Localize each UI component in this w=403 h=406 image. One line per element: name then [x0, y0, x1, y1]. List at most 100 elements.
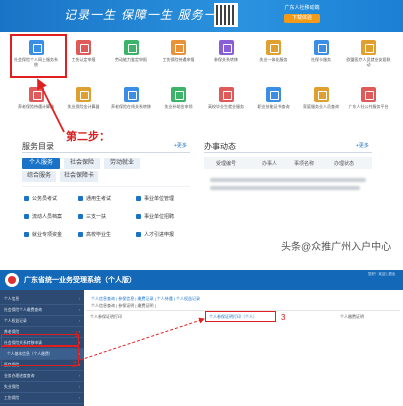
highlight-box-row	[205, 311, 276, 322]
service-icon-cell[interactable]: 失业补助金申领	[155, 82, 203, 126]
system-logo-icon	[5, 273, 19, 287]
service-item[interactable]: 流动人员档案	[24, 212, 62, 222]
service-icon	[361, 87, 376, 102]
chevron-right-icon: ›	[78, 385, 80, 389]
service-icon	[123, 40, 139, 55]
service-item[interactable]: 事业单位管理	[136, 194, 174, 204]
tab-social-insurance[interactable]: 社会保险	[64, 158, 100, 169]
service-icon	[171, 87, 186, 102]
tab-employment[interactable]: 劳动就业	[104, 158, 140, 169]
chevron-right-icon: ›	[78, 396, 80, 400]
sidebar-item[interactable]: 社会保险个人缴费查询 ›	[0, 305, 84, 316]
service-icon	[171, 40, 186, 55]
service-icon-cell[interactable]: 家庭服务业人员查询	[297, 82, 345, 126]
services-divider-2	[22, 186, 190, 187]
service-icon-label: 失业保险金计算器	[67, 104, 100, 109]
service-icon	[78, 214, 83, 220]
service-icon-label: 失业补助金申领	[164, 104, 193, 109]
sidebar-item-label: 个人信息	[4, 297, 20, 301]
service-icon	[313, 40, 329, 55]
row-item-right[interactable]: 个人缴费证明	[340, 314, 364, 320]
service-icon-label: 职业技能证书查询	[257, 104, 290, 109]
todo-row-blurred	[210, 186, 360, 190]
annotation-number-3: 3	[281, 313, 286, 322]
service-icon	[361, 40, 376, 55]
service-item[interactable]: 人才引进申报	[136, 230, 174, 240]
service-item[interactable]: 就业专项资金	[24, 230, 62, 240]
service-item[interactable]: 三支一扶	[78, 212, 106, 222]
service-icon-cell[interactable]: 广东人社公共服务平台	[345, 82, 393, 126]
sidebar-item[interactable]: 失业保险 ›	[0, 382, 84, 393]
chevron-right-icon: ›	[78, 308, 80, 312]
app-download-button[interactable]: 下载体验	[284, 14, 320, 23]
sidebar-item[interactable]: 个人权益记录 ›	[0, 316, 84, 327]
service-icon-cell[interactable]: 社保卡服务	[297, 35, 345, 79]
highlight-box-first-icon	[10, 34, 67, 78]
chevron-right-icon: ›	[78, 297, 80, 301]
service-icon	[76, 87, 91, 102]
system-title: 广东省统一业务受理系统（个人版）	[24, 277, 136, 284]
service-icon-cell[interactable]: 欧盟医疗人员就业安居联动	[345, 35, 393, 79]
service-icon-cell[interactable]: 失业保险金计算器	[60, 82, 108, 126]
app-title: 广东人社移动端	[284, 5, 320, 11]
sidebar-item-label: 业务办理进度查询	[4, 374, 35, 378]
service-icon-cell[interactable]: 职业技能证书查询	[250, 82, 298, 126]
service-icon-cell[interactable]: 工伤保险待遇申报	[155, 35, 203, 79]
breadcrumb-primary[interactable]: 个人信息查询 | 参保信息 | 缴费记录 | 个人待遇 | 个人权益记录	[91, 296, 200, 302]
service-icon-label: 欧盟医疗人员就业安居联动	[346, 57, 391, 67]
todo-col-header: 办事人	[262, 161, 278, 167]
chevron-right-icon: ›	[78, 319, 80, 323]
service-icon	[218, 40, 234, 55]
service-icon-cell[interactable]: 参保关系转移	[202, 35, 250, 79]
annotation-number-2: 2	[72, 360, 77, 369]
sidebar-item-label: 工伤保险	[4, 396, 20, 400]
breadcrumb-secondary[interactable]: 个人信息查询 | 参保证明 | 缴费证明 |	[91, 303, 156, 309]
service-icon-label: 高校毕业生就业服务	[208, 104, 244, 109]
service-icon-cell[interactable]: 高校毕业生就业服务	[202, 82, 250, 126]
service-icon-label: 失业一体化服务	[259, 57, 288, 62]
step-two-label: 第二步：	[66, 131, 110, 143]
sidebar-item[interactable]: 工伤保险 ›	[0, 393, 84, 404]
row-item-left[interactable]: 个人参保证明打印	[90, 314, 122, 320]
sidebar-item[interactable]: 业务办理进度查询 ›	[0, 371, 84, 382]
service-icon	[24, 196, 29, 202]
sidebar-item-label: 失业保险	[4, 385, 20, 389]
service-icon-label: 参保关系转移	[214, 57, 238, 62]
service-item[interactable]: 通用生考试	[78, 194, 111, 204]
service-icon	[78, 196, 83, 202]
todo-col-header: 办理状态	[334, 161, 355, 167]
sidebar-item[interactable]: 个人信息 ›	[0, 294, 84, 305]
annotation-number-1: 1	[74, 330, 79, 339]
service-item[interactable]: 公务员考试	[24, 194, 57, 204]
user-info[interactable]: 您好！欢迎 | 退出	[368, 272, 395, 277]
services-more-link[interactable]: +更多	[174, 142, 187, 149]
sidebar-item-label: 社会保险个人缴费查询	[4, 308, 42, 312]
service-icon	[24, 214, 29, 220]
service-icon	[136, 196, 141, 202]
service-icon-cell[interactable]: 失业一体化服务	[250, 35, 298, 79]
tab-general-services[interactable]: 综合服务	[22, 171, 56, 182]
service-icon	[218, 87, 234, 102]
service-item[interactable]: 高校毕业生	[78, 230, 111, 240]
service-icon-label: 广东人社公共服务平台	[348, 104, 389, 109]
chevron-right-icon: ›	[78, 374, 80, 378]
service-icon-label: 养老保险待遇计算器	[18, 104, 54, 109]
highlight-box-sidebar-1	[1, 334, 79, 346]
services-title: 服务目录	[22, 142, 54, 151]
service-item[interactable]: 事业单位招聘	[136, 212, 174, 222]
service-icon	[266, 87, 281, 102]
app-download-box[interactable]: 广东人社移动端 下载体验	[272, 4, 332, 28]
banner-slogan: 记录一生 保障一生 服务一生	[64, 8, 230, 22]
service-icon-label: 劳动能力鉴定申报	[115, 57, 147, 62]
tab-social-security-card[interactable]: 社会保障卡	[60, 171, 98, 182]
top-banner: 记录一生 保障一生 服务一生 广东人社移动端 下载体验	[0, 0, 403, 32]
todo-more-link[interactable]: +更多	[356, 142, 369, 149]
service-icon-cell[interactable]: 养老保险待遇计算器	[12, 82, 60, 126]
watermark-text: 头条@众推广州入户中心	[281, 242, 392, 253]
service-icon-cell[interactable]: 劳动能力鉴定申报	[107, 35, 155, 79]
todo-divider	[204, 152, 372, 153]
service-icon-label: 工伤保险待遇申报	[162, 57, 195, 62]
service-icon-cell[interactable]: 养老保险在线关系转移	[107, 82, 155, 126]
tab-personal-services[interactable]: 个人服务	[22, 158, 60, 169]
todo-row-blurred	[210, 178, 366, 182]
